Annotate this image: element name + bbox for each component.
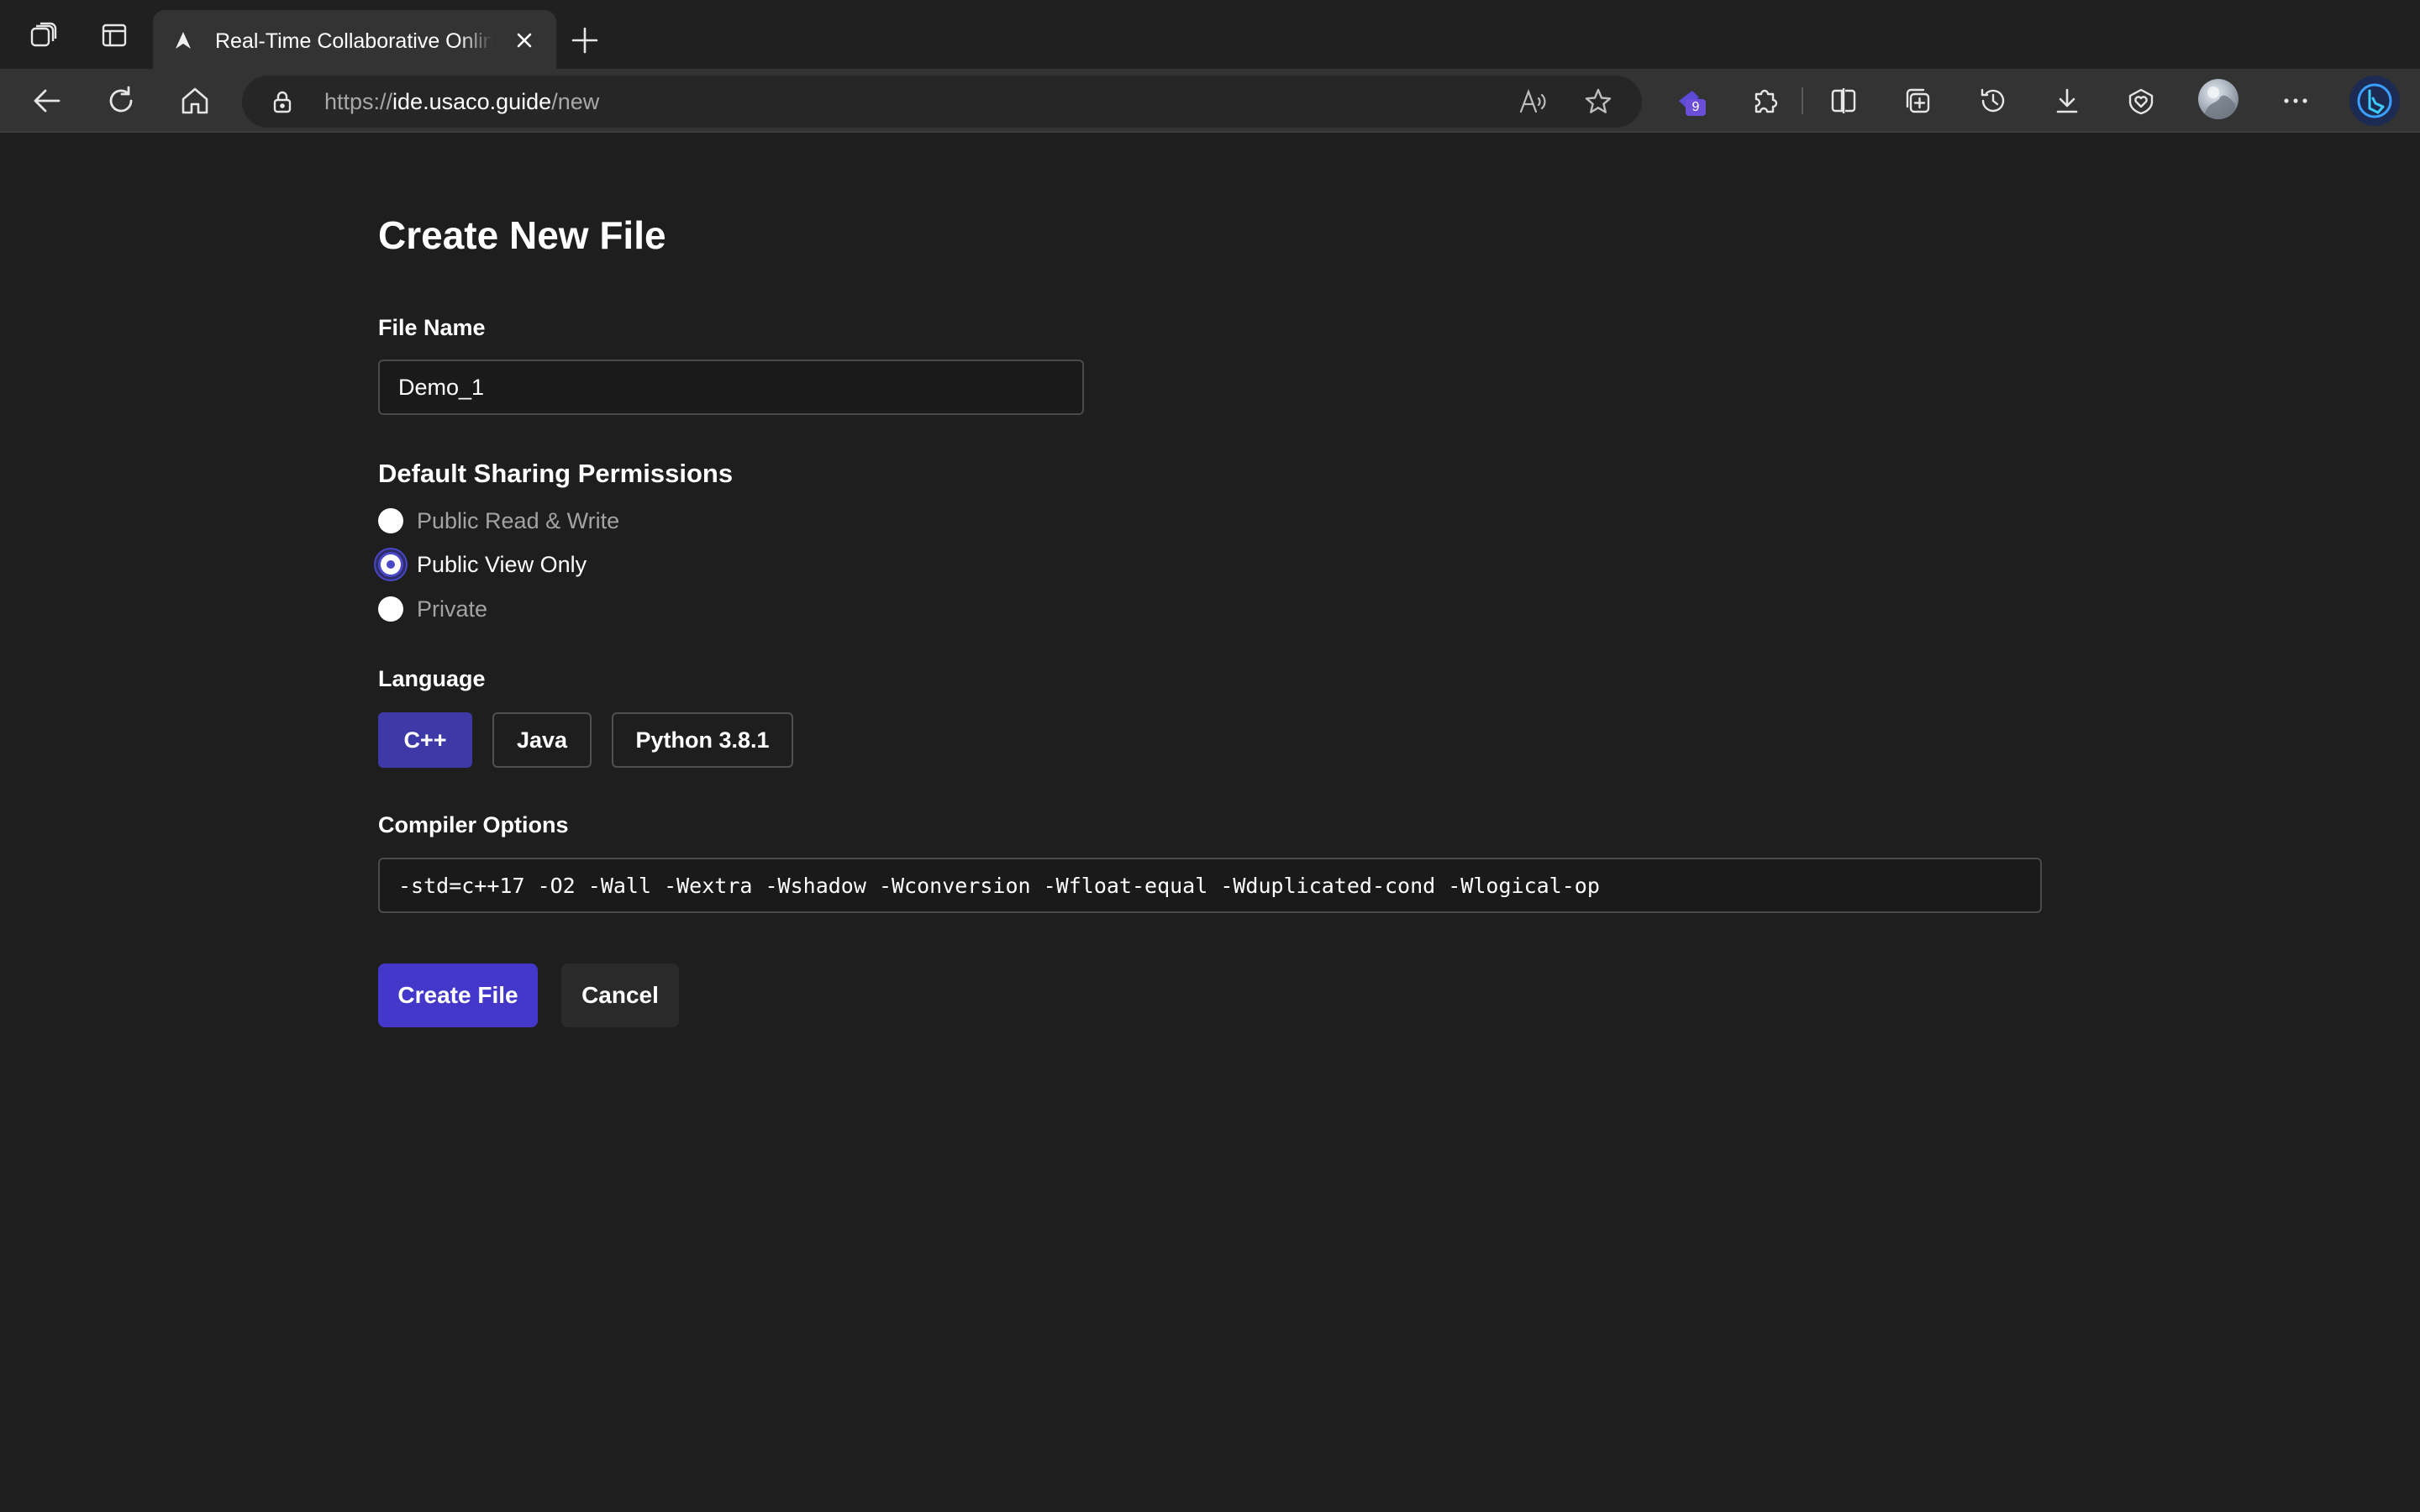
back-arrow-icon[interactable] xyxy=(29,82,66,119)
collections-icon[interactable] xyxy=(1899,82,1936,119)
sharing-permissions-heading: Default Sharing Permissions xyxy=(378,459,734,488)
radio-label: Private xyxy=(417,596,488,622)
plus-icon[interactable] xyxy=(568,24,602,57)
heart-shield-icon[interactable] xyxy=(2123,82,2160,119)
radio-label: Public Read & Write xyxy=(417,508,620,533)
refresh-icon[interactable] xyxy=(103,82,139,119)
split-screen-icon[interactable] xyxy=(1825,82,1862,119)
tab-title: Real-Time Collaborative Online IDE xyxy=(215,29,492,53)
language-label: Language xyxy=(378,666,486,691)
close-icon[interactable] xyxy=(513,29,536,52)
workspaces-icon[interactable] xyxy=(27,18,60,52)
toolbar-divider xyxy=(1802,87,1803,114)
compiler-options-input[interactable] xyxy=(378,858,2042,913)
language-python-button[interactable]: Python 3.8.1 xyxy=(612,712,793,768)
url-text[interactable]: https://ide.usaco.guide/new xyxy=(324,86,599,118)
file-name-input[interactable] xyxy=(378,360,1084,415)
avatar[interactable] xyxy=(2198,79,2238,119)
page-title: Create New File xyxy=(378,213,666,257)
radio-button[interactable] xyxy=(378,596,403,622)
download-icon[interactable] xyxy=(2049,82,2086,119)
compiler-options-label: Compiler Options xyxy=(378,812,569,837)
radio-button-checked[interactable] xyxy=(378,552,403,577)
address-bar[interactable]: https://ide.usaco.guide/new xyxy=(242,76,1642,128)
star-icon[interactable] xyxy=(1583,87,1613,117)
radio-button[interactable] xyxy=(378,508,403,533)
cancel-button[interactable]: Cancel xyxy=(561,963,679,1027)
extension-badge: 9 xyxy=(1686,99,1706,116)
more-icon[interactable] xyxy=(2277,82,2314,119)
usaco-favicon xyxy=(173,30,193,50)
browser-tab-strip: Real-Time Collaborative Online IDE xyxy=(0,0,2420,69)
puzzle-icon[interactable] xyxy=(1746,82,1783,119)
browser-toolbar: https://ide.usaco.guide/new 9 xyxy=(0,69,2420,133)
radio-public-read-write[interactable]: Public Read & Write xyxy=(378,504,619,538)
radio-private[interactable]: Private xyxy=(378,592,487,626)
radio-label: Public View Only xyxy=(417,552,587,577)
create-file-button[interactable]: Create File xyxy=(378,963,538,1027)
read-aloud-icon[interactable] xyxy=(1518,87,1548,117)
home-icon[interactable] xyxy=(176,82,213,119)
lock-icon[interactable] xyxy=(271,90,294,113)
tab-actions-icon[interactable] xyxy=(97,18,131,52)
bing-copilot-icon[interactable] xyxy=(2349,76,2400,126)
history-icon[interactable] xyxy=(1975,82,2012,119)
language-cpp-button[interactable]: C++ xyxy=(378,712,472,768)
file-name-label: File Name xyxy=(378,315,486,340)
radio-public-view-only[interactable]: Public View Only xyxy=(378,548,587,581)
active-tab[interactable]: Real-Time Collaborative Online IDE xyxy=(153,10,556,69)
language-java-button[interactable]: Java xyxy=(492,712,592,768)
